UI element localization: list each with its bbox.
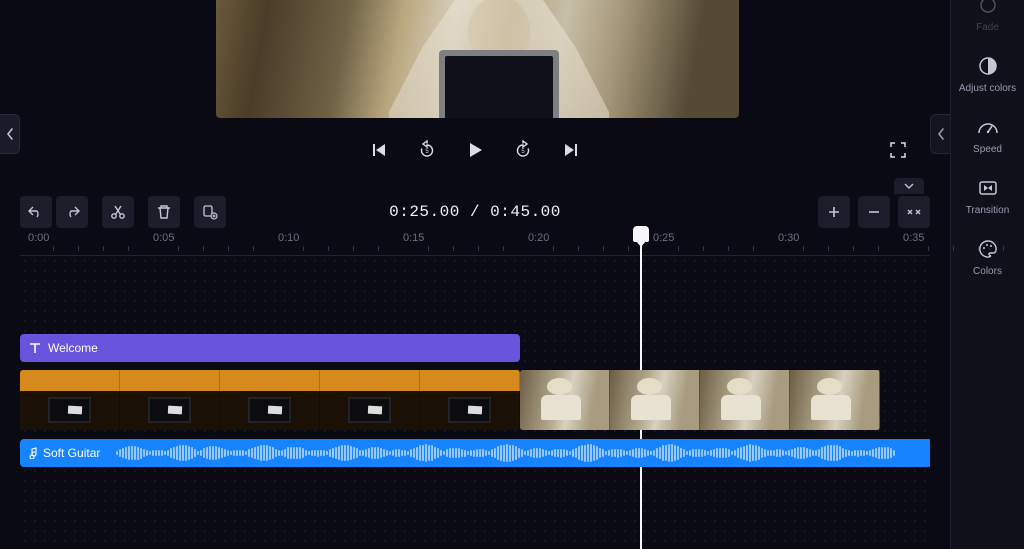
video-preview[interactable]	[216, 0, 739, 118]
split-button[interactable]	[102, 196, 134, 228]
playhead-time-display: 0:25.00 / 0:45.00	[389, 203, 561, 221]
ruler-tick: 0:00	[28, 232, 49, 244]
delete-button[interactable]	[148, 196, 180, 228]
sidebar-item-fade[interactable]: Fade	[956, 0, 1020, 33]
redo-button[interactable]	[56, 196, 88, 228]
text-clip[interactable]: Welcome	[20, 334, 520, 362]
sidebar-label: Transition	[966, 205, 1010, 216]
player-controls: 5 5	[20, 130, 930, 170]
duration-time: 0:45.00	[490, 203, 561, 221]
video-clip-a[interactable]	[20, 370, 520, 430]
sidebar-item-colors[interactable]: Colors	[956, 236, 1020, 277]
audio-waveform	[116, 442, 928, 464]
audio-clip[interactable]: Soft Guitar	[20, 439, 930, 467]
music-note-icon	[26, 447, 38, 459]
skip-start-button[interactable]	[367, 138, 391, 162]
fit-timeline-button[interactable]	[898, 196, 930, 228]
duplicate-button[interactable]	[194, 196, 226, 228]
timeline-expand-toggle[interactable]	[894, 178, 924, 194]
left-panel-toggle[interactable]	[0, 114, 20, 154]
rewind-5-button[interactable]: 5	[415, 138, 439, 162]
play-button[interactable]	[463, 138, 487, 162]
svg-text:5: 5	[521, 149, 525, 155]
sidebar-item-speed[interactable]: Speed	[956, 114, 1020, 155]
speedometer-icon	[975, 114, 1001, 140]
video-thumb	[520, 370, 610, 430]
transition-icon	[975, 175, 1001, 201]
sidebar-item-transition[interactable]: Transition	[956, 175, 1020, 216]
sidebar-item-adjust-colors[interactable]: Adjust colors	[956, 53, 1020, 94]
sidebar-label: Speed	[973, 144, 1002, 155]
current-time: 0:25.00	[389, 203, 460, 221]
video-thumb	[420, 370, 520, 430]
undo-button[interactable]	[20, 196, 52, 228]
ruler-tick: 0:30	[778, 232, 799, 244]
skip-end-button[interactable]	[559, 138, 583, 162]
ruler-tick: 0:25	[653, 232, 674, 244]
video-thumb	[320, 370, 420, 430]
video-thumb	[20, 370, 120, 430]
ruler-tick: 0:20	[528, 232, 549, 244]
video-clip-b[interactable]	[520, 370, 880, 430]
sidebar-label: Colors	[973, 266, 1002, 277]
contrast-icon	[975, 53, 1001, 79]
ruler-tick: 0:15	[403, 232, 424, 244]
timeline-toolbar: 0:25.00 / 0:45.00	[20, 194, 930, 230]
video-editor-app: Fade Adjust colors Speed Transition Colo…	[0, 0, 1024, 549]
time-sep: /	[460, 203, 490, 221]
zoom-in-button[interactable]	[818, 196, 850, 228]
ruler-tick: 0:05	[153, 232, 174, 244]
ruler-tick: 0:10	[278, 232, 299, 244]
video-thumb	[120, 370, 220, 430]
video-thumb	[220, 370, 320, 430]
right-panel-toggle[interactable]	[930, 114, 950, 154]
zoom-out-button[interactable]	[858, 196, 890, 228]
timeline-ruler[interactable]: 0:00 0:05 0:10 0:15 0:20 0:25 0:30 0:35	[20, 232, 930, 256]
video-thumb	[790, 370, 880, 430]
right-sidebar: Fade Adjust colors Speed Transition Colo…	[950, 0, 1024, 549]
forward-5-button[interactable]: 5	[511, 138, 535, 162]
video-thumb	[610, 370, 700, 430]
video-thumb	[700, 370, 790, 430]
ruler-tick: 0:35	[903, 232, 924, 244]
fade-icon	[975, 0, 1001, 18]
preview-tablet	[439, 50, 559, 118]
timeline[interactable]: 0:00 0:05 0:10 0:15 0:20 0:25 0:30 0:35 Welcome	[20, 232, 930, 549]
timeline-tracks[interactable]: Welcome	[20, 256, 930, 549]
sidebar-label: Fade	[976, 22, 999, 33]
text-icon	[28, 341, 42, 355]
fullscreen-button[interactable]	[886, 138, 910, 162]
svg-text:5: 5	[425, 149, 429, 155]
sidebar-label: Adjust colors	[959, 83, 1016, 94]
audio-clip-label: Soft Guitar	[43, 446, 100, 460]
text-clip-label: Welcome	[48, 341, 98, 355]
